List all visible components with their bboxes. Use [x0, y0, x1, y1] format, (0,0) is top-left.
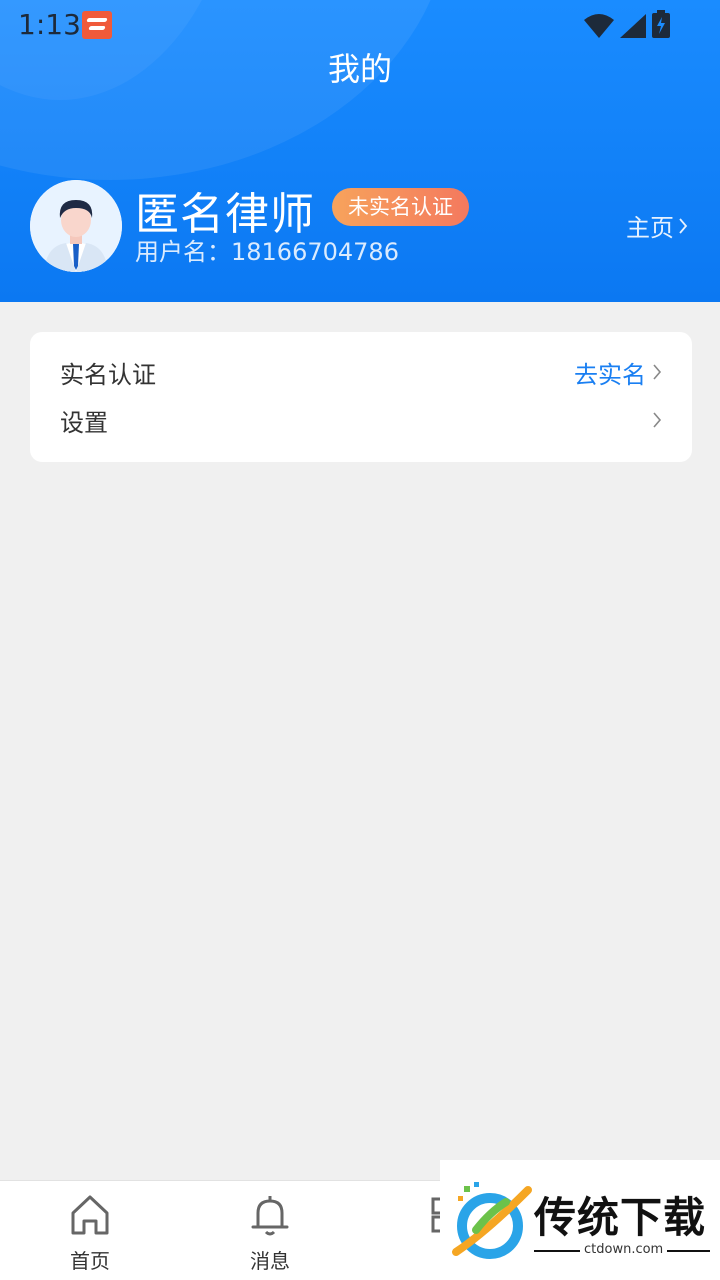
status-time: 1:13	[18, 8, 81, 41]
profile-header: 1:13 我的 匿名律师 未实名认证 用户名：18166704786 主页	[0, 0, 720, 302]
tab-messages-label: 消息	[250, 1249, 290, 1273]
status-bar: 1:13	[0, 0, 720, 48]
wifi-icon	[584, 14, 614, 38]
page-title: 我的	[327, 50, 392, 88]
homepage-label: 主页	[626, 214, 674, 242]
tab-home[interactable]: 首页	[0, 1181, 180, 1280]
watermark-title: 传统下载	[534, 1193, 707, 1242]
bell-icon	[251, 1196, 289, 1236]
go-verify-link[interactable]: 去实名	[574, 355, 646, 390]
chevron-right-icon	[653, 412, 662, 428]
watermark-logo-icon	[452, 1182, 532, 1259]
app-notification-icon	[82, 11, 112, 39]
menu-item-action-group: 去实名	[574, 355, 662, 390]
watermark-site: ctdown.com	[580, 1242, 668, 1257]
avatar[interactable]	[30, 180, 122, 272]
home-icon	[71, 1195, 109, 1235]
menu-item-label: 设置	[60, 408, 108, 437]
settings-card: 实名认证 去实名 设置	[30, 332, 692, 462]
avatar-person-icon	[30, 180, 122, 272]
menu-item-real-name-verification[interactable]: 实名认证 去实名	[60, 348, 662, 396]
verification-status-badge[interactable]: 未实名认证	[332, 188, 469, 226]
signal-icon	[620, 14, 646, 38]
tab-messages[interactable]: 消息	[180, 1181, 360, 1280]
watermark-logo: 传统下载 ctdown.com	[440, 1160, 720, 1280]
chevron-right-icon	[653, 364, 662, 380]
status-icons	[584, 10, 670, 38]
username-text: 用户名：18166704786	[135, 238, 399, 266]
battery-icon	[652, 10, 670, 38]
menu-item-settings[interactable]: 设置	[60, 396, 662, 444]
menu-item-action-group	[652, 411, 662, 429]
homepage-link[interactable]: 主页	[626, 208, 688, 243]
tab-home-label: 首页	[70, 1249, 110, 1273]
menu-item-label: 实名认证	[60, 360, 156, 389]
chevron-right-icon	[679, 217, 688, 234]
